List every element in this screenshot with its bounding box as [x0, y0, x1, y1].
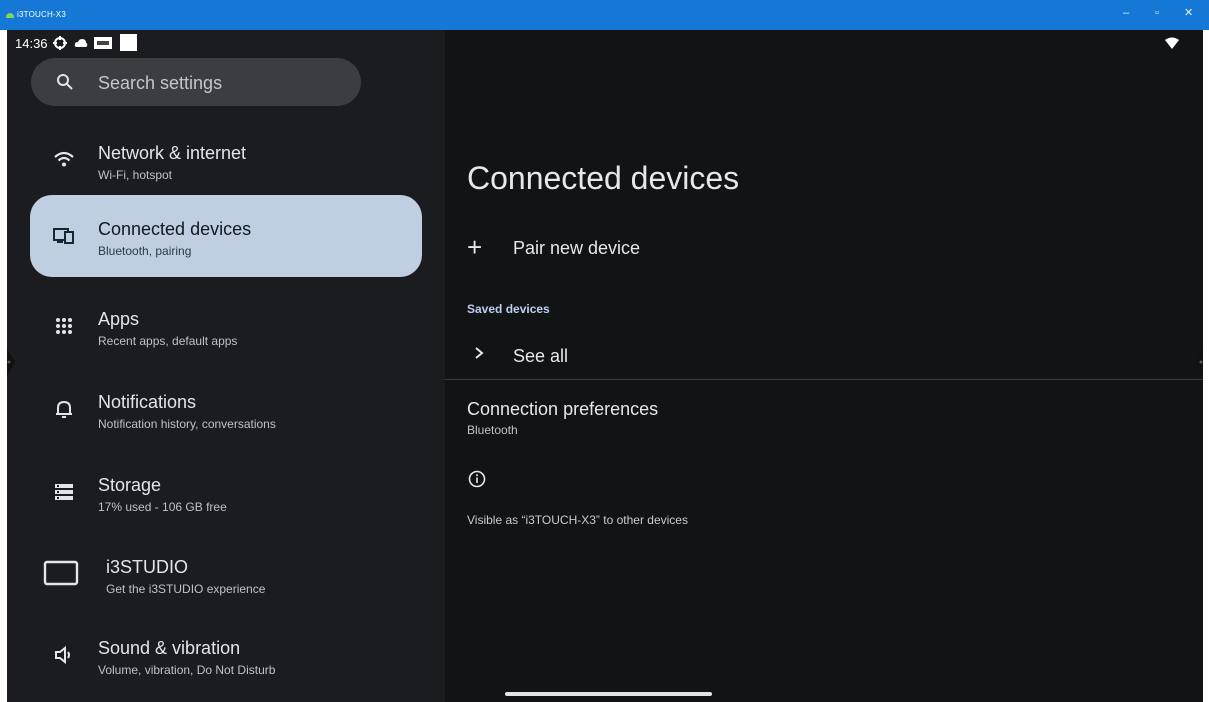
settings-item-title: Sound & vibration: [98, 638, 241, 658]
settings-item-subtitle: 17% used - 106 GB free: [98, 500, 227, 514]
settings-item-subtitle: Recent apps, default apps: [98, 334, 238, 348]
connected-devices-detail-pane: Connected devices + Pair new device Save…: [445, 30, 1203, 702]
navigation-handle[interactable]: [505, 692, 712, 696]
close-button[interactable]: ✕: [1184, 7, 1193, 19]
see-all-row[interactable]: See all: [467, 335, 1167, 375]
info-icon: [468, 470, 486, 488]
settings-item-title: Storage: [98, 475, 162, 495]
speaker-icon: [55, 645, 70, 665]
settings-item-title: Apps: [98, 309, 140, 329]
settings-item-storage[interactable]: Storage 17% used - 106 GB free: [30, 451, 422, 533]
divider: [445, 379, 1203, 380]
window-title: i3TOUCH-X3: [17, 10, 66, 19]
settings-item-sound[interactable]: Sound & vibration Volume, vibration, Do …: [30, 614, 422, 696]
settings-item-connected-devices[interactable]: Connected devices Bluetooth, pairing: [30, 195, 422, 277]
maximize-button[interactable]: ▫: [1155, 7, 1159, 19]
settings-item-title: Connected devices: [98, 219, 252, 239]
plus-icon: +: [467, 232, 483, 262]
settings-item-title: Network & internet: [98, 143, 247, 163]
settings-item-subtitle: Bluetooth, pairing: [98, 244, 192, 258]
drm-icon: [94, 37, 112, 49]
notification-square-icon: [120, 34, 137, 51]
device-screen: 14:36 Search settings Network & internet…: [7, 30, 1203, 702]
storage-icon: [55, 484, 73, 500]
settings-list-pane: 14:36 Search settings Network & internet…: [7, 30, 445, 702]
see-all-label: See all: [513, 346, 569, 366]
search-placeholder: Search settings: [98, 73, 223, 93]
search-icon: [57, 74, 73, 90]
settings-item-subtitle: Wi-Fi, hotspot: [98, 168, 173, 182]
settings-item-title: i3STUDIO: [106, 557, 189, 577]
search-settings-bar[interactable]: Search settings: [31, 58, 361, 106]
settings-item-apps[interactable]: Apps Recent apps, default apps: [30, 285, 422, 367]
android-app-icon: [6, 13, 14, 18]
window-titlebar: i3TOUCH-X3 – ▫ ✕: [0, 0, 1209, 30]
connection-preferences-subtitle: Bluetooth: [467, 423, 518, 437]
page-title: Connected devices: [467, 160, 740, 196]
connection-preferences-title[interactable]: Connection preferences: [467, 399, 658, 420]
right-edge-handle[interactable]: [1191, 342, 1203, 382]
devices-icon: [53, 228, 74, 244]
bell-icon: [56, 400, 72, 418]
wifi-icon: [54, 151, 74, 167]
pair-new-device-row[interactable]: + Pair new device: [467, 230, 1167, 270]
chevron-right-icon: [475, 347, 484, 359]
settings-item-subtitle: Volume, vibration, Do Not Disturb: [98, 663, 276, 677]
settings-item-network[interactable]: Network & internet Wi-Fi, hotspot: [30, 119, 422, 201]
settings-item-i3studio[interactable]: i3STUDIO Get the i3STUDIO experience: [30, 533, 422, 615]
saved-devices-header: Saved devices: [467, 302, 550, 316]
status-time: 14:36: [15, 36, 48, 51]
pair-new-device-label: Pair new device: [513, 238, 641, 258]
settings-gear-icon: [53, 36, 67, 50]
settings-item-title: Notifications: [98, 392, 197, 412]
apps-grid-icon: [56, 318, 72, 334]
visible-as-text: Visible as “i3TOUCH-X3” to other devices: [467, 513, 688, 527]
settings-item-subtitle: Get the i3STUDIO experience: [106, 582, 266, 596]
settings-item-notifications[interactable]: Notifications Notification history, conv…: [30, 368, 422, 450]
screen-icon: [43, 560, 79, 586]
wifi-status-icon: [1165, 37, 1179, 49]
cloud-icon: [74, 39, 88, 47]
minimize-button[interactable]: –: [1123, 7, 1129, 19]
settings-item-subtitle: Notification history, conversations: [98, 417, 276, 431]
left-edge-handle[interactable]: [7, 342, 19, 382]
